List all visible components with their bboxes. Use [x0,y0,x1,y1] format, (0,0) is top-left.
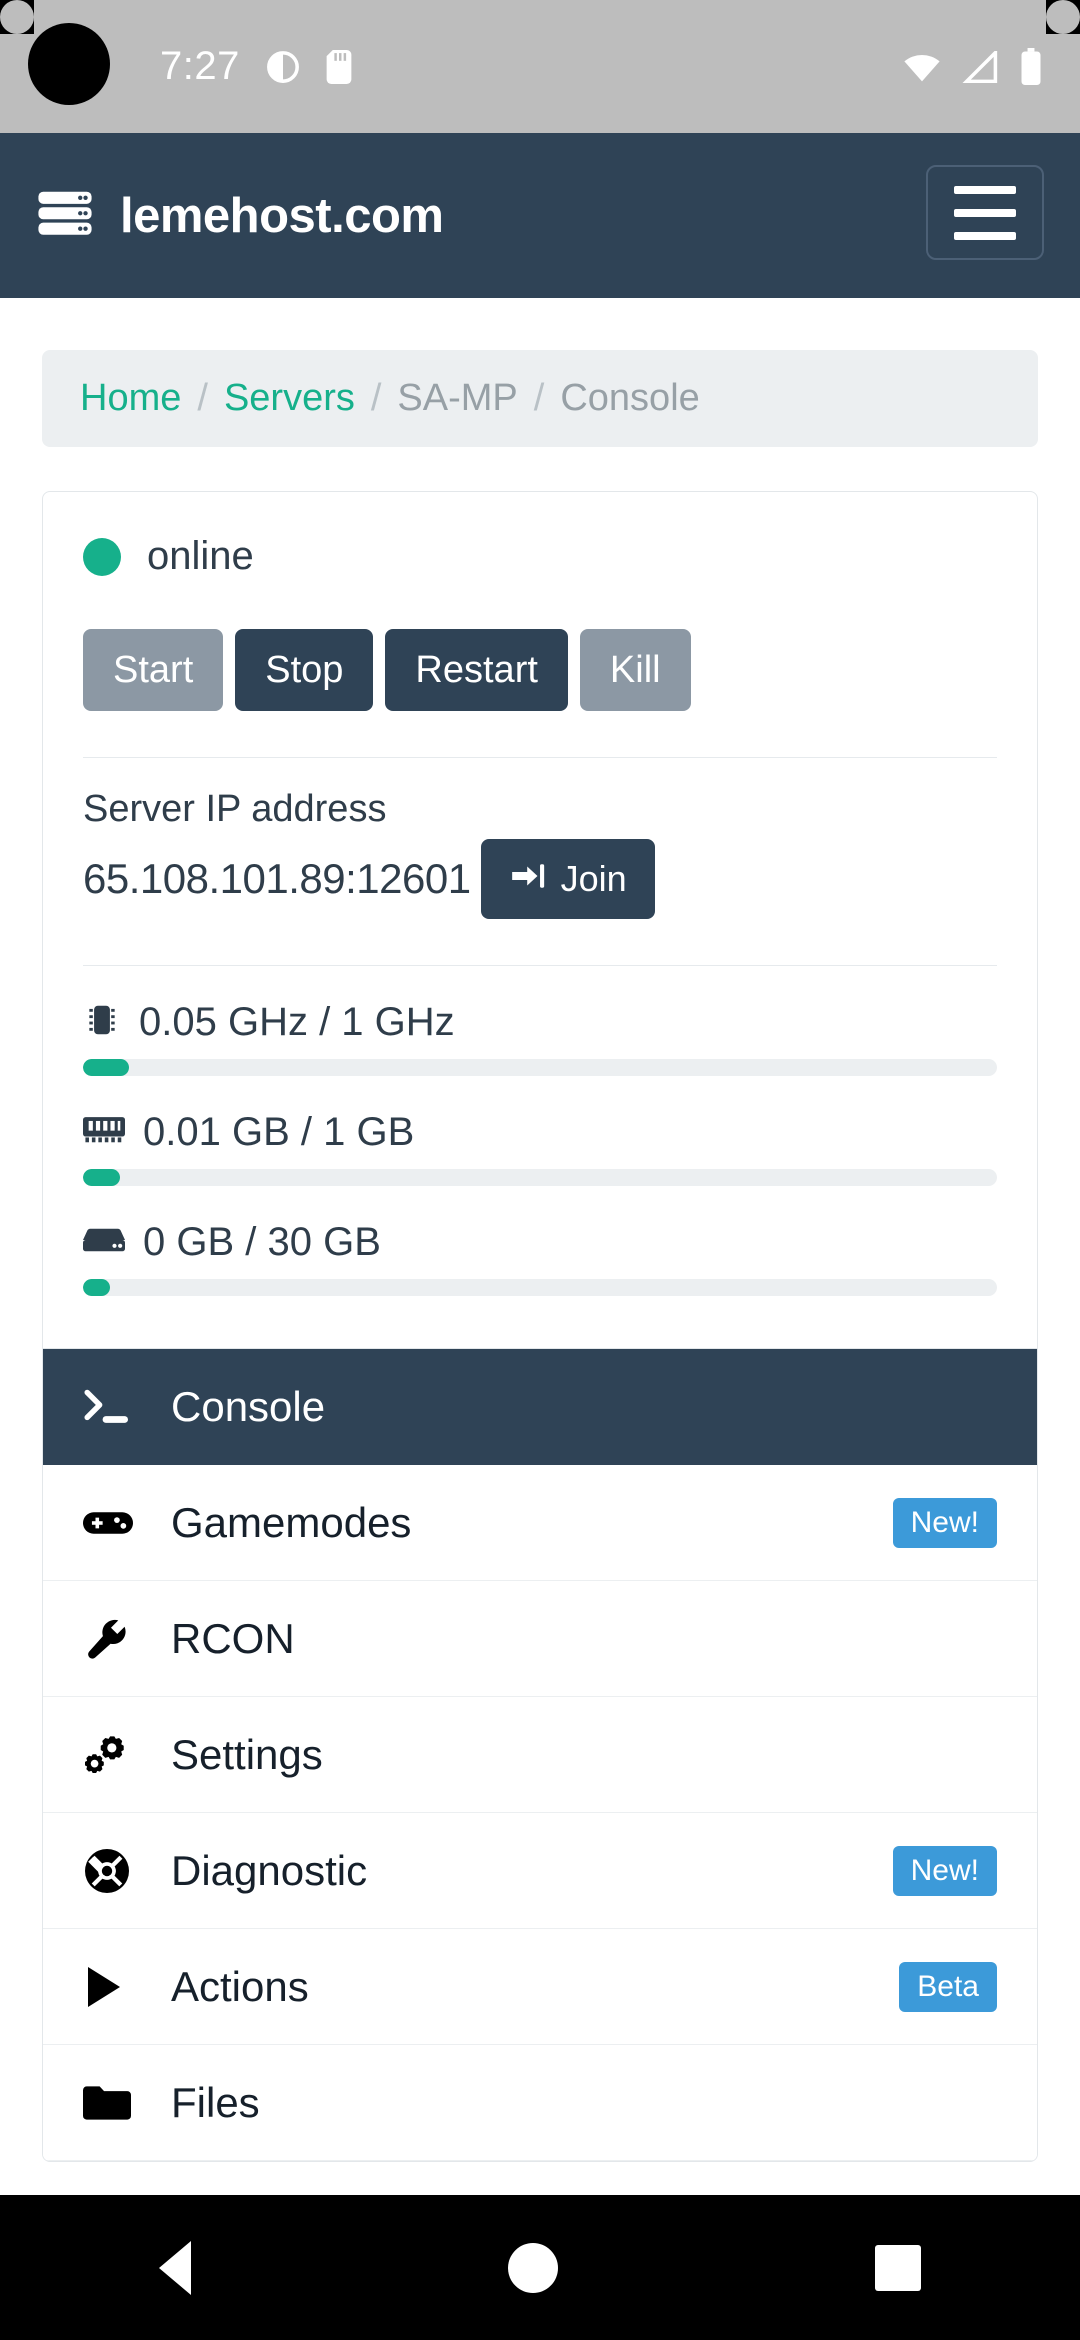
nav-item-console[interactable]: Console [43,1349,1037,1465]
app-header: lemehost.com [0,133,1080,298]
ram-icon [83,1113,125,1152]
gamepad-icon [83,1505,159,1541]
nav-item-files[interactable]: Files [43,2045,1037,2161]
server-panel: online Start Stop Restart Kill Server IP… [42,491,1038,2162]
nav-item-label: Diagnostic [171,1846,368,1894]
nav-item-gamemodes[interactable]: Gamemodes New! [43,1465,1037,1581]
nav-item-actions[interactable]: Actions Beta [43,1929,1037,2045]
ram-meter: 0.01 GB / 1 GB [83,1110,997,1186]
breadcrumb-item-samp[interactable]: SA-MP [397,377,517,420]
gears-icon [83,1732,159,1778]
kill-button[interactable]: Kill [579,629,691,711]
breadcrumb-item-console: Console [560,377,700,419]
cpu-progress-bar [83,1059,997,1076]
start-button[interactable]: Start [83,629,224,711]
home-circle-icon[interactable] [507,2242,558,2293]
breadcrumb-item-home[interactable]: Home [80,377,181,420]
disk-progress-bar [83,1279,997,1296]
disk-meter: 0 GB / 30 GB [83,1220,997,1296]
server-ip-value[interactable]: 65.108.101.89:12601 [83,855,471,903]
hamburger-menu-icon[interactable] [926,165,1044,260]
server-controls: Start Stop Restart Kill [83,629,997,711]
status-bar-clock: 7:27 [160,44,240,88]
server-status: online [83,534,997,579]
wifi-icon [902,51,942,83]
status-indicator-icon [83,537,121,576]
breadcrumb-separator: / [533,377,545,419]
nav-item-rcon[interactable]: RCON [43,1581,1037,1697]
disk-usage-text: 0 GB / 30 GB [143,1220,381,1264]
nav-item-settings[interactable]: Settings [43,1697,1037,1813]
page-content: Home / Servers / SA-MP / Console online … [0,298,1080,2162]
breadcrumb-separator: / [370,377,382,419]
ram-usage-text: 0.01 GB / 1 GB [143,1110,415,1154]
signal-icon [962,50,1000,83]
nav-item-label: Actions [171,1962,309,2010]
server-ip-label: Server IP address [83,788,387,830]
status-badge: New! [892,1497,997,1548]
recent-square-icon[interactable] [875,2244,922,2291]
nav-item-label: Console [171,1382,326,1430]
sign-in-icon [509,857,547,901]
restart-button[interactable]: Restart [385,629,568,711]
brand[interactable]: lemehost.com [36,184,444,247]
sd-card-icon [326,49,352,84]
camera-cutout [28,23,110,105]
cpu-progress-fill [83,1059,129,1076]
cpu-meter: 0.05 GHz / 1 GHz [83,1000,997,1076]
battery-icon [1020,47,1042,86]
folder-icon [83,2084,159,2122]
nav-item-label: Files [171,2078,260,2126]
status-badge: New! [892,1845,997,1896]
join-button-label: Join [560,858,627,899]
disk-icon [83,1223,125,1262]
nav-item-label: Gamemodes [171,1498,412,1546]
ram-progress-bar [83,1169,997,1186]
ram-progress-fill [83,1169,120,1186]
android-navigation-bar [0,2195,1080,2340]
join-button[interactable]: Join [480,839,655,919]
status-bar: 7:27 [0,0,1080,133]
cpu-icon [83,1001,121,1044]
back-triangle-icon[interactable] [158,2240,191,2295]
nav-item-label: Settings [171,1730,323,1778]
play-icon [83,1965,159,2009]
server-ip-block: Server IP address 65.108.101.89:12601 Jo… [83,758,997,919]
stop-button[interactable]: Stop [235,629,374,711]
status-badge: Beta [899,1961,997,2012]
screen-corner-top-right [1046,0,1080,34]
terminal-icon [83,1385,159,1429]
phone-screen: 7:27 lemehost.com Home / Servers / SA-MP… [0,0,1080,2340]
status-label: online [147,534,254,578]
nav-item-diagnostic[interactable]: Diagnostic New! [43,1813,1037,1929]
disk-progress-fill [83,1279,111,1296]
lifebuoy-icon [83,1847,159,1895]
breadcrumb: Home / Servers / SA-MP / Console [42,350,1038,447]
divider [83,965,997,966]
brand-title: lemehost.com [120,188,444,243]
nav-item-label: RCON [171,1614,295,1662]
cpu-usage-text: 0.05 GHz / 1 GHz [139,1000,455,1044]
screen-corner-top-left [0,0,34,34]
wrench-icon [83,1616,159,1662]
breadcrumb-separator: / [197,377,208,419]
server-rack-icon [36,184,94,247]
breadcrumb-item-servers[interactable]: Servers [224,377,355,420]
dnd-icon [266,50,300,84]
server-nav-list: Console Gamemodes New! RCON Settings Dia… [43,1348,1037,2161]
